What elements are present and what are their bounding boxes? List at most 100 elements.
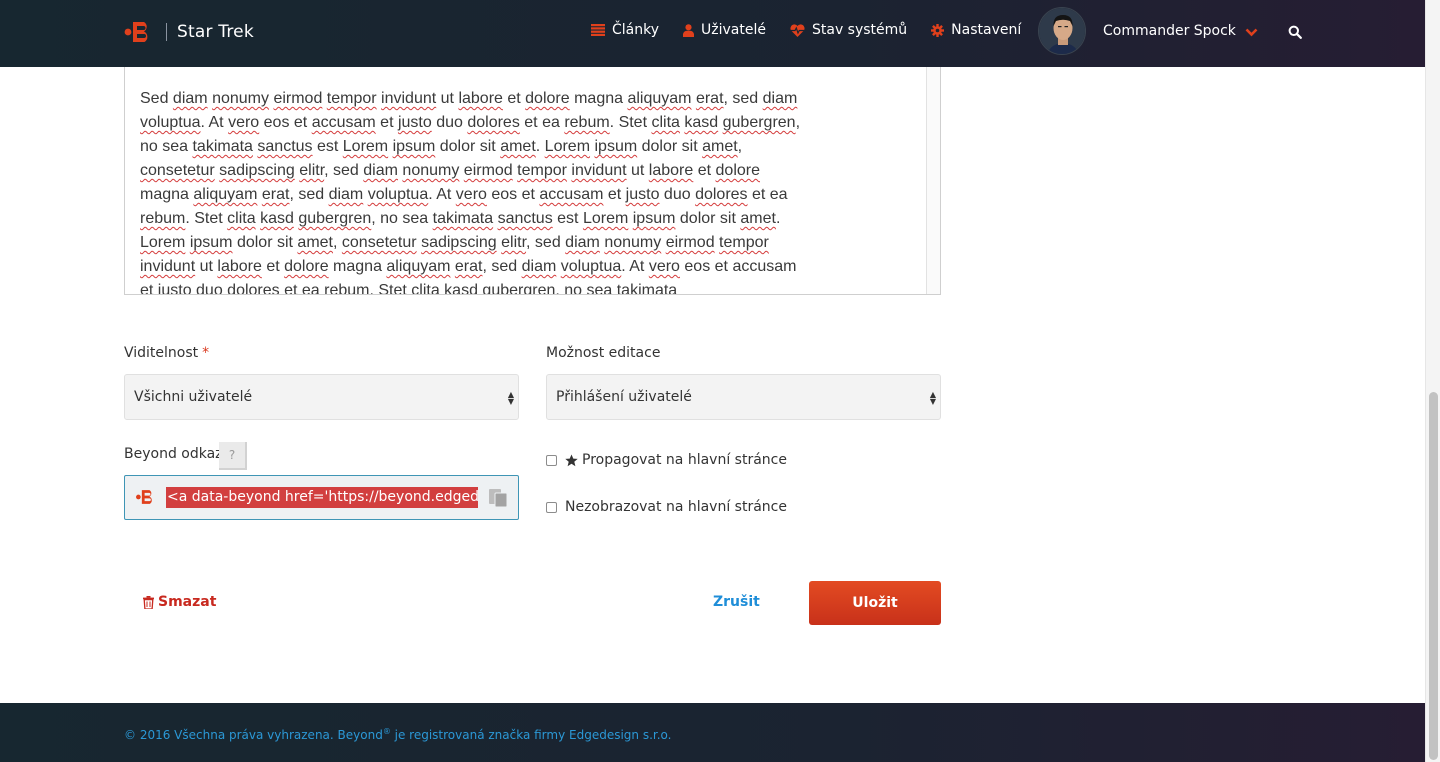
misspelled-word: diam — [521, 258, 557, 275]
text-segment: , — [737, 138, 743, 155]
misspelled-word: consetetur — [341, 234, 417, 251]
text-segment: , — [333, 234, 342, 251]
promote-checkbox[interactable] — [546, 454, 557, 466]
text-segment: . Stet — [609, 114, 652, 131]
misspelled-word: rebum — [564, 114, 610, 131]
visibility-select-value: Všichni uživatelé — [134, 389, 253, 405]
user-menu[interactable]: Commander Spock — [1038, 7, 1258, 55]
text-segment: magna — [569, 90, 628, 107]
help-button[interactable]: ? — [219, 442, 247, 470]
misspelled-word: diam — [565, 234, 600, 251]
main-nav: Články Uživatelé Stav systémů Nastavení — [591, 22, 1045, 38]
hide-checkbox[interactable] — [546, 501, 557, 513]
beyond-link-input[interactable]: <a data-beyond href='https://beyond.edge… — [124, 475, 519, 520]
promote-label: Propagovat na hlavní stránce — [582, 452, 787, 468]
misspelled-word: eirmod — [665, 234, 715, 251]
misspelled-word: Lorem — [342, 138, 389, 155]
page-scrollbar-thumb[interactable] — [1429, 392, 1438, 760]
misspelled-word: ipsum — [594, 138, 638, 155]
misspelled-word: aliquyam — [193, 186, 258, 203]
cancel-button[interactable]: Zrušit — [713, 594, 760, 610]
misspelled-word: takimata — [432, 210, 494, 227]
trash-icon — [143, 595, 154, 609]
search-icon — [1288, 25, 1302, 39]
misspelled-word: aliquyam — [386, 258, 451, 275]
hide-label: Nezobrazovat na hlavní stránce — [565, 499, 787, 515]
misspelled-word: dolore — [284, 258, 329, 275]
misspelled-word: elitr — [299, 162, 325, 179]
text-segment: magna — [328, 258, 387, 275]
misspelled-word: invidunt — [571, 162, 627, 179]
text-segment: . At — [200, 114, 229, 131]
misspelled-word: sadipscing — [219, 162, 295, 179]
nav-item-system-status[interactable]: Stav systémů — [790, 22, 907, 38]
copy-icon[interactable] — [488, 488, 510, 512]
misspelled-word: amet — [500, 138, 536, 155]
text-segment: duo — [431, 114, 468, 131]
misspelled-word: amet — [297, 234, 333, 251]
misspelled-word: erat — [261, 186, 290, 203]
misspelled-word: erat — [695, 90, 724, 107]
edit-option-select[interactable]: Přihlášení uživatelé ▲ ▼ — [546, 374, 941, 420]
avatar[interactable] — [1038, 7, 1086, 55]
hide-checkbox-row[interactable]: Nezobrazovat na hlavní stránce — [546, 499, 787, 515]
misspelled-word: amet — [702, 138, 738, 155]
text-segment: dolor sit — [679, 210, 741, 227]
text-segment: . — [535, 138, 545, 155]
nav-item-label: Články — [612, 22, 660, 38]
beyond-logo-icon — [124, 19, 154, 45]
misspelled-word: nonumy — [402, 162, 460, 179]
misspelled-word: dolore — [715, 162, 760, 179]
misspelled-word: sanctus — [257, 138, 313, 155]
delete-button[interactable]: Smazat — [143, 594, 216, 610]
misspelled-word: sadipscing — [421, 234, 497, 251]
misspelled-word: justo — [397, 114, 432, 131]
save-button[interactable]: Uložit — [809, 581, 941, 625]
misspelled-word: consetetur — [140, 162, 215, 179]
text-segment: , sed — [324, 162, 364, 179]
visibility-select[interactable]: Všichni uživatelé ▲ ▼ — [124, 374, 519, 420]
text-segment: dolor sit — [435, 138, 501, 155]
misspelled-word: elitr — [501, 234, 527, 251]
heartbeat-icon — [790, 23, 805, 37]
text-segment: eos et — [259, 114, 312, 131]
text-segment: et — [603, 186, 626, 203]
nav-item-settings[interactable]: Nastavení — [931, 22, 1021, 38]
editor-scrollbar[interactable] — [926, 67, 940, 294]
misspelled-word: gubergren — [722, 114, 796, 131]
text-segment: . At — [621, 258, 649, 275]
misspelled-word: eirmod — [463, 162, 513, 179]
content-editor[interactable]: Sed diam nonumy eirmod tempor invidunt u… — [124, 67, 941, 295]
text-segment: et ea — [519, 114, 565, 131]
misspelled-word: diam — [762, 90, 798, 107]
text-segment: . — [775, 210, 781, 227]
nav-item-articles[interactable]: Články — [591, 22, 659, 38]
beyond-link-value[interactable]: <a data-beyond href='https://beyond.edge… — [166, 487, 478, 508]
brand[interactable]: Star Trek — [124, 18, 254, 46]
misspelled-word: rebum — [140, 210, 186, 227]
text-segment: et — [375, 114, 398, 131]
editor-text[interactable]: Sed diam nonumy eirmod tempor invidunt u… — [140, 87, 805, 294]
misspelled-word: tempor — [326, 90, 377, 107]
top-navbar: Star Trek Články Uživatelé Stav systémů … — [0, 0, 1425, 67]
text-segment: duo — [659, 186, 696, 203]
misspelled-word: invidunt — [140, 258, 196, 275]
misspelled-word: tempor — [517, 162, 567, 179]
misspelled-word: diam — [328, 186, 364, 203]
promote-checkbox-row[interactable]: Propagovat na hlavní stránce — [546, 452, 787, 468]
misspelled-word: labore — [217, 258, 262, 275]
search-button[interactable] — [1288, 24, 1302, 43]
misspelled-word: justo — [625, 186, 660, 203]
text-segment: ut — [436, 90, 459, 107]
misspelled-word: ipsum — [632, 210, 676, 227]
list-icon — [591, 24, 605, 36]
misspelled-word: voluptua — [140, 114, 201, 131]
text-segment: ut — [195, 258, 218, 275]
beyond-link-label: Beyond odkaz — [124, 446, 223, 462]
nav-item-users[interactable]: Uživatelé — [683, 22, 766, 38]
page-scrollbar[interactable] — [1425, 0, 1440, 762]
misspelled-word: labore — [458, 90, 503, 107]
text-segment: Sed — [140, 90, 173, 107]
misspelled-word: voluptua — [560, 258, 622, 275]
text-segment: est — [552, 210, 583, 227]
